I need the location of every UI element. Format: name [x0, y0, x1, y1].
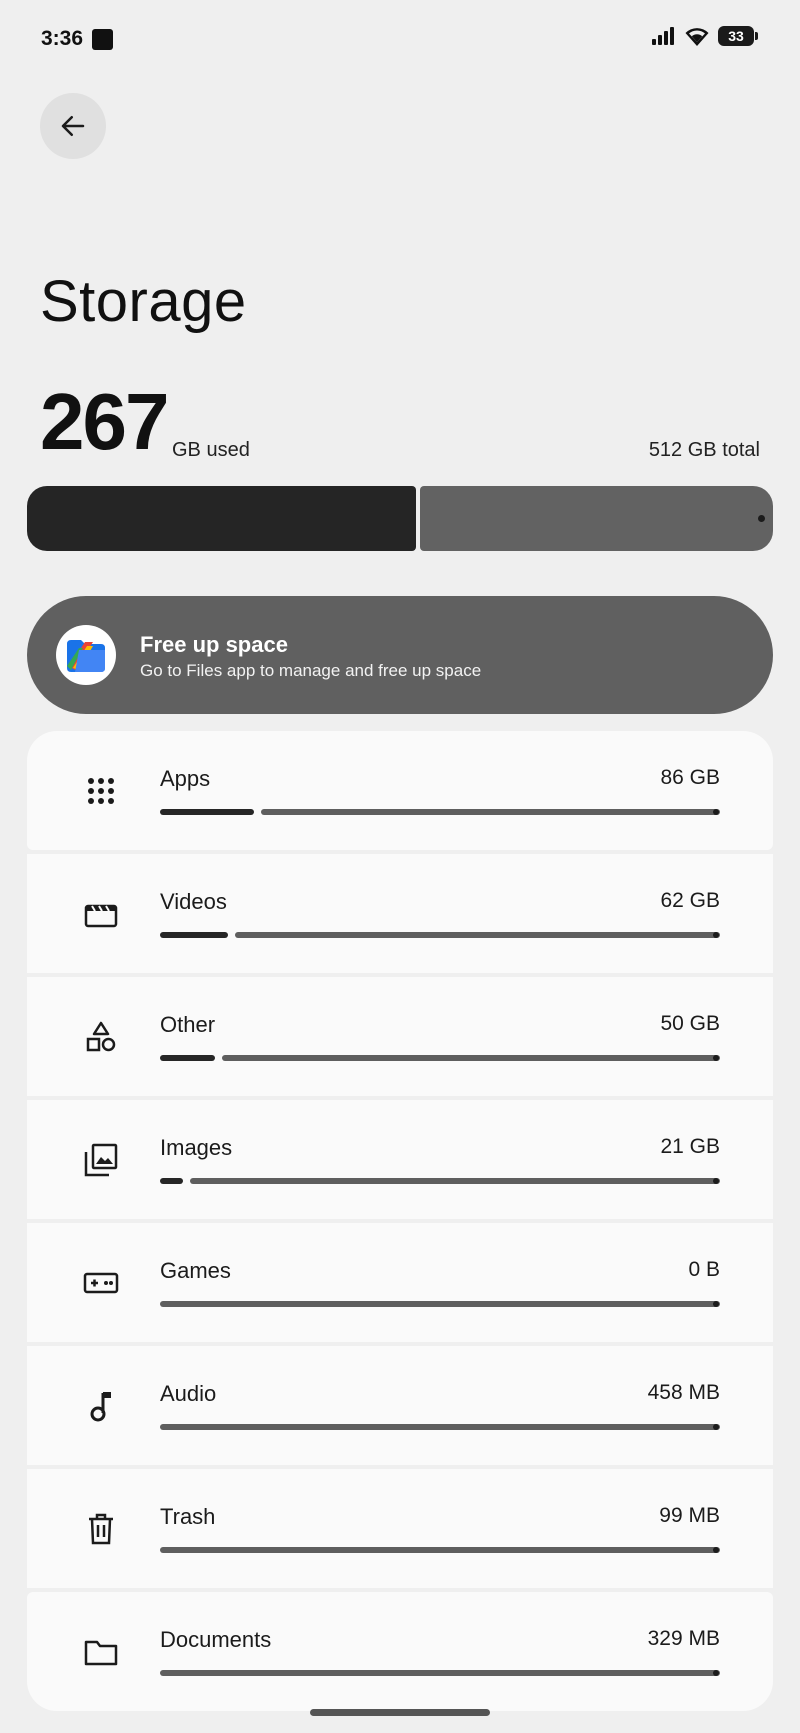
storage-free-segment	[420, 486, 773, 551]
signal-icon	[652, 27, 674, 45]
back-button[interactable]	[40, 93, 106, 159]
category-used-segment	[160, 932, 228, 938]
category-row-apps[interactable]: Apps 86 GB	[27, 731, 773, 850]
category-label: Images	[160, 1135, 233, 1160]
shapes-icon	[83, 1019, 119, 1055]
gamepad-icon	[83, 1265, 119, 1301]
free-up-title: Free up space	[140, 632, 288, 657]
category-label: Games	[160, 1258, 231, 1283]
free-up-subtitle: Go to Files app to manage and free up sp…	[140, 661, 482, 680]
category-rest-segment	[160, 1670, 720, 1676]
category-label: Other	[160, 1012, 216, 1037]
category-size: 50 GB	[660, 1012, 720, 1035]
folder-icon	[83, 1634, 119, 1670]
category-size: 458 MB	[647, 1381, 720, 1404]
total-storage: 512 GB total	[648, 439, 760, 461]
category-label: Videos	[160, 889, 227, 914]
category-rest-segment	[160, 1424, 720, 1430]
category-end-dot	[713, 809, 719, 815]
category-end-dot	[713, 932, 719, 938]
category-size: 62 GB	[660, 889, 720, 912]
category-row-other[interactable]: Other 50 GB	[27, 977, 773, 1096]
category-label: Documents	[160, 1627, 272, 1652]
used-unit: GB used	[172, 439, 250, 461]
free-up-space-card[interactable]: Free up space Go to Files app to manage …	[27, 596, 773, 714]
category-rest-segment	[160, 1301, 720, 1307]
music-note-icon	[83, 1388, 119, 1424]
apps-grid-icon	[83, 773, 119, 809]
category-rest-segment	[222, 1055, 720, 1061]
status-bar: 3:36 33	[0, 0, 800, 80]
status-icons: 33	[652, 26, 758, 46]
category-row-images[interactable]: Images 21 GB	[27, 1100, 773, 1219]
status-time: 3:36	[41, 27, 84, 50]
category-rest-segment	[261, 809, 720, 815]
battery-level: 33	[728, 28, 744, 44]
category-label: Trash	[160, 1504, 216, 1529]
storage-usage-bar	[27, 486, 773, 551]
video-clapper-icon	[83, 896, 119, 932]
home-indicator[interactable]	[310, 1709, 490, 1716]
category-usage-bar	[160, 932, 720, 938]
category-end-dot	[713, 1055, 719, 1061]
category-usage-bar	[160, 1424, 720, 1430]
back-arrow-icon	[61, 116, 85, 136]
category-row-games[interactable]: Games 0 B	[27, 1223, 773, 1342]
category-size: 0 B	[688, 1258, 720, 1281]
category-rest-segment	[160, 1547, 720, 1553]
category-row-videos[interactable]: Videos 62 GB	[27, 854, 773, 973]
category-size: 329 MB	[647, 1627, 720, 1650]
category-size: 99 MB	[659, 1504, 720, 1527]
trash-icon	[83, 1511, 119, 1547]
category-used-segment	[160, 1178, 183, 1184]
category-usage-bar	[160, 1301, 720, 1307]
category-row-audio[interactable]: Audio 458 MB	[27, 1346, 773, 1465]
category-end-dot	[713, 1178, 719, 1184]
category-label: Apps	[160, 766, 211, 791]
category-usage-bar	[160, 1178, 720, 1184]
category-usage-bar	[160, 1670, 720, 1676]
category-used-segment	[160, 1055, 215, 1061]
category-end-dot	[713, 1547, 719, 1553]
category-size: 21 GB	[660, 1135, 720, 1158]
storage-screen: 3:36 33 Storage 267 GB used 512 GB total…	[0, 0, 800, 1733]
category-rest-segment	[190, 1178, 720, 1184]
notification-icon	[92, 29, 113, 50]
battery-icon: 33	[718, 26, 758, 46]
files-app-icon	[56, 625, 116, 685]
category-end-dot	[713, 1670, 719, 1676]
category-size: 86 GB	[660, 766, 720, 789]
storage-used-segment	[27, 486, 416, 551]
category-usage-bar	[160, 1055, 720, 1061]
category-end-dot	[713, 1301, 719, 1307]
used-amount: 267	[40, 377, 169, 466]
category-label: Audio	[160, 1381, 217, 1406]
page-title: Storage	[40, 269, 247, 334]
category-row-documents[interactable]: Documents 329 MB	[27, 1592, 773, 1711]
image-gallery-icon	[83, 1142, 119, 1178]
storage-categories: Apps 86 GB Videos 62 GB Other 50 GB Imag…	[27, 731, 773, 1715]
category-row-trash[interactable]: Trash 99 MB	[27, 1469, 773, 1588]
category-rest-segment	[235, 932, 720, 938]
category-usage-bar	[160, 1547, 720, 1553]
wifi-icon	[685, 27, 709, 46]
category-usage-bar	[160, 809, 720, 815]
storage-end-dot	[758, 515, 765, 522]
category-used-segment	[160, 809, 254, 815]
category-end-dot	[713, 1424, 719, 1430]
